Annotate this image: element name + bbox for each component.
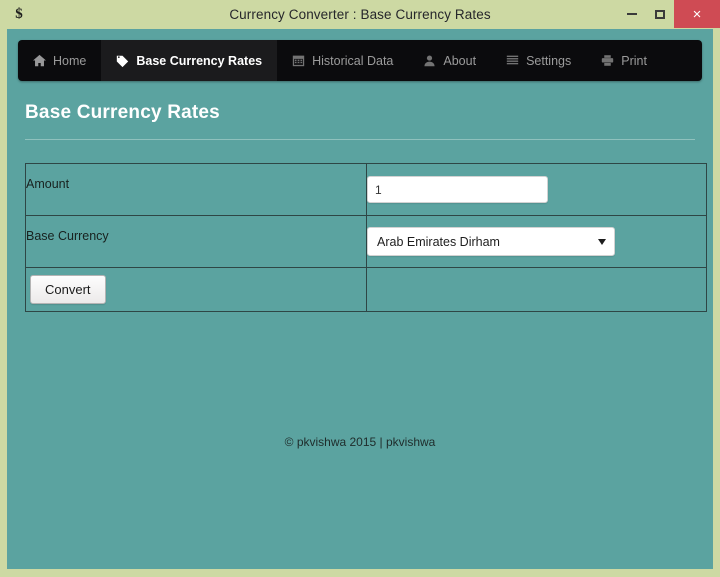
- maximize-button[interactable]: [646, 0, 674, 28]
- table-row: Convert: [25, 267, 707, 312]
- nav-item-settings[interactable]: Settings: [491, 40, 586, 81]
- base-currency-label-cell: Base Currency: [25, 215, 367, 268]
- nav-item-base-currency-rates[interactable]: Base Currency Rates: [101, 40, 278, 81]
- base-currency-select[interactable]: Arab Emirates Dirham: [367, 227, 615, 256]
- footer-copyright: © pkvishwa 2015 | pkvishwa: [284, 435, 436, 449]
- user-icon: [423, 54, 436, 67]
- client-area: Home Base Currency Rates Historical Data…: [7, 29, 713, 569]
- tag-icon: [116, 54, 129, 67]
- page-title: Base Currency Rates: [25, 102, 220, 123]
- base-currency-label: Base Currency: [26, 229, 109, 243]
- action-empty-cell: [366, 267, 707, 312]
- nav-item-home[interactable]: Home: [18, 40, 101, 81]
- amount-field-cell: [366, 163, 707, 216]
- amount-label-cell: Amount: [25, 163, 367, 216]
- home-icon: [33, 54, 46, 67]
- table-row: Base Currency Arab Emirates Dirham: [25, 215, 707, 268]
- nav-item-base-currency-rates-label: Base Currency Rates: [136, 53, 263, 68]
- page-header: Base Currency Rates: [25, 102, 695, 140]
- convert-button[interactable]: Convert: [30, 275, 106, 304]
- conversion-form-table: Amount Base Currency Arab Emirates Dirha…: [25, 163, 707, 312]
- nav-item-settings-label: Settings: [526, 53, 572, 68]
- close-button[interactable]: ×: [674, 0, 720, 28]
- amount-label: Amount: [26, 177, 70, 191]
- nav-item-historical-data-label: Historical Data: [312, 53, 394, 68]
- base-currency-select-wrapper: Arab Emirates Dirham: [367, 227, 615, 256]
- minimize-button[interactable]: [618, 0, 646, 28]
- table-row: Amount: [25, 163, 707, 216]
- calendar-icon: [292, 54, 305, 67]
- nav-item-historical-data[interactable]: Historical Data: [277, 40, 408, 81]
- window-controls: ×: [618, 0, 720, 28]
- list-icon: [506, 54, 519, 67]
- convert-button-cell: Convert: [25, 267, 367, 312]
- header-divider: [25, 139, 695, 140]
- nav-item-home-label: Home: [53, 53, 87, 68]
- application-window: $ Currency Converter : Base Currency Rat…: [0, 0, 720, 577]
- nav-item-about[interactable]: About: [408, 40, 491, 81]
- printer-icon: [601, 54, 614, 67]
- nav-item-print[interactable]: Print: [586, 40, 662, 81]
- dollar-sign-icon: $: [15, 5, 23, 22]
- amount-input[interactable]: [367, 176, 548, 203]
- nav-item-about-label: About: [443, 53, 477, 68]
- nav-item-print-label: Print: [621, 53, 647, 68]
- base-currency-field-cell: Arab Emirates Dirham: [366, 215, 707, 268]
- window-title: Currency Converter : Base Currency Rates: [229, 6, 491, 22]
- title-bar: $ Currency Converter : Base Currency Rat…: [0, 0, 720, 28]
- main-navigation: Home Base Currency Rates Historical Data…: [18, 40, 702, 81]
